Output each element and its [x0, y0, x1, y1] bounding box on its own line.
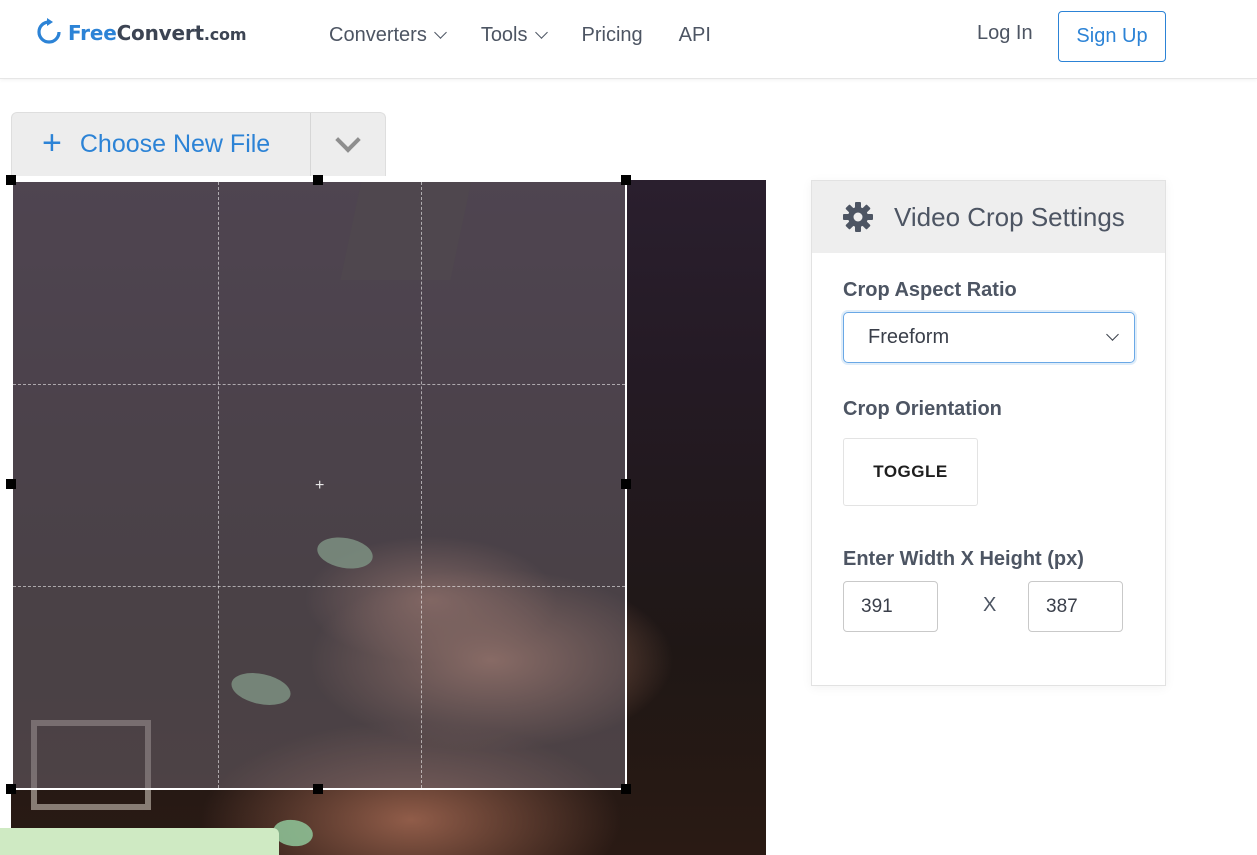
freeconvert-logo[interactable]: FreeConvert.com	[36, 18, 247, 48]
refresh-logo-icon	[37, 18, 61, 44]
file-source-dropdown[interactable]	[311, 113, 385, 176]
crop-handle-bottom[interactable]	[313, 784, 323, 794]
height-input[interactable]: 387	[1028, 581, 1123, 632]
nav-converters-label: Converters	[329, 23, 427, 46]
aspect-ratio-select[interactable]: Freeform	[843, 312, 1135, 363]
dimension-separator: X	[983, 594, 997, 616]
chevron-down-icon	[433, 26, 447, 39]
choose-new-file-label: Choose New File	[79, 130, 271, 158]
panel-title: Video Crop Settings	[894, 201, 1125, 232]
aspect-ratio-value: Freeform	[868, 326, 950, 348]
crop-selection-area[interactable]: +	[11, 180, 627, 790]
gear-icon	[843, 202, 873, 232]
main-nav: Converters Tools Pricing API	[329, 22, 747, 48]
nav-pricing[interactable]: Pricing	[582, 22, 643, 48]
nav-api-label: API	[678, 23, 711, 46]
crop-grid-line	[218, 182, 219, 788]
crop-handle-right[interactable]	[621, 479, 631, 489]
chevron-down-icon	[534, 26, 548, 39]
crop-grid-line	[13, 384, 625, 385]
crop-grid-line	[421, 182, 422, 788]
chevron-down-icon	[1106, 328, 1119, 341]
nav-api[interactable]: API	[679, 22, 711, 48]
toggle-orientation-button[interactable]: TOGGLE	[843, 438, 978, 506]
aspect-ratio-label: Crop Aspect Ratio	[843, 279, 1017, 301]
plus-icon: +	[42, 124, 62, 162]
crop-handle-left[interactable]	[6, 479, 16, 489]
logo-text: FreeConvert.com	[68, 21, 247, 45]
login-link[interactable]: Log In	[977, 22, 1033, 45]
crop-handle-top-left[interactable]	[6, 175, 16, 185]
file-picker: + Choose New File	[11, 112, 386, 176]
crop-grid-line	[13, 586, 625, 587]
dimensions-label: Enter Width X Height (px)	[843, 548, 1084, 570]
panel-header: Video Crop Settings	[812, 181, 1165, 253]
site-header: FreeConvert.com Converters Tools Pricing…	[0, 0, 1257, 79]
video-crop-settings-panel: Video Crop Settings Crop Aspect Ratio Fr…	[811, 180, 1166, 686]
crop-center-marker: +	[315, 477, 325, 494]
bottom-status-bar	[0, 828, 279, 855]
choose-new-file-button[interactable]: + Choose New File	[12, 113, 311, 176]
orientation-label: Crop Orientation	[843, 398, 1002, 420]
signup-button[interactable]: Sign Up	[1058, 11, 1166, 62]
crop-handle-bottom-left[interactable]	[6, 784, 16, 794]
nav-pricing-label: Pricing	[581, 23, 643, 46]
nav-tools[interactable]: Tools	[480, 22, 548, 48]
nav-converters[interactable]: Converters	[329, 22, 447, 48]
crop-handle-top-right[interactable]	[621, 175, 631, 185]
nav-tools-label: Tools	[480, 23, 528, 46]
chevron-down-icon	[335, 126, 361, 153]
crop-handle-bottom-right[interactable]	[621, 784, 631, 794]
width-input[interactable]: 391	[843, 581, 938, 632]
crop-handle-top[interactable]	[313, 175, 323, 185]
